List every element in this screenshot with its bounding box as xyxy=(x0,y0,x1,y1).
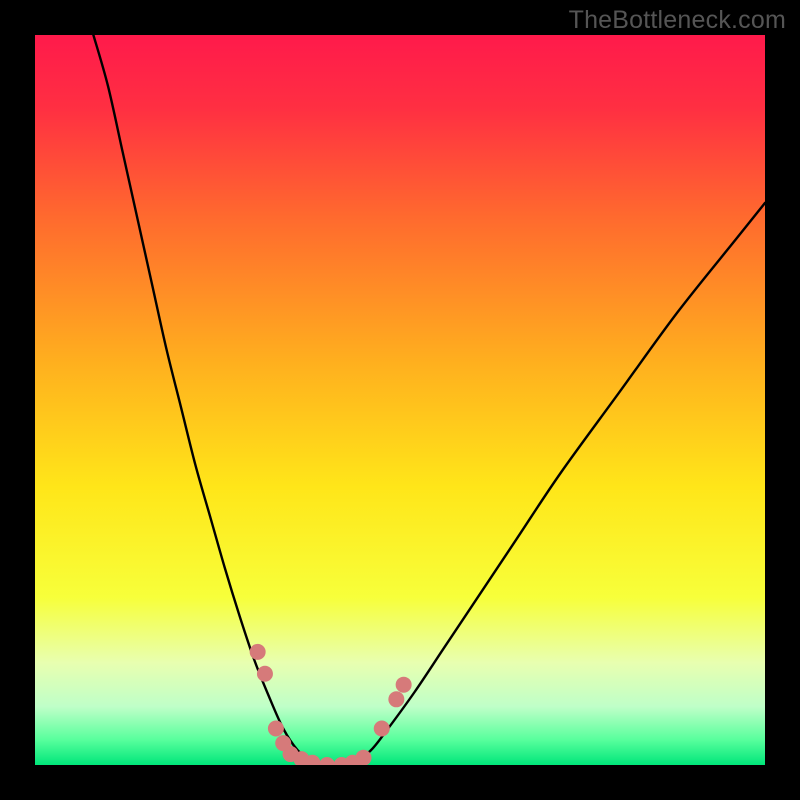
marker-dot xyxy=(356,750,372,766)
marker-dot xyxy=(257,666,273,682)
marker-dot xyxy=(304,755,320,771)
marker-dot xyxy=(319,757,335,773)
bottleneck-chart xyxy=(0,0,800,800)
marker-dot xyxy=(374,721,390,737)
marker-dot xyxy=(250,644,266,660)
plot-background xyxy=(35,35,765,765)
marker-dot xyxy=(388,691,404,707)
watermark-text: TheBottleneck.com xyxy=(569,6,786,35)
marker-dot xyxy=(396,677,412,693)
chart-container: TheBottleneck.com xyxy=(0,0,800,800)
marker-dot xyxy=(268,721,284,737)
